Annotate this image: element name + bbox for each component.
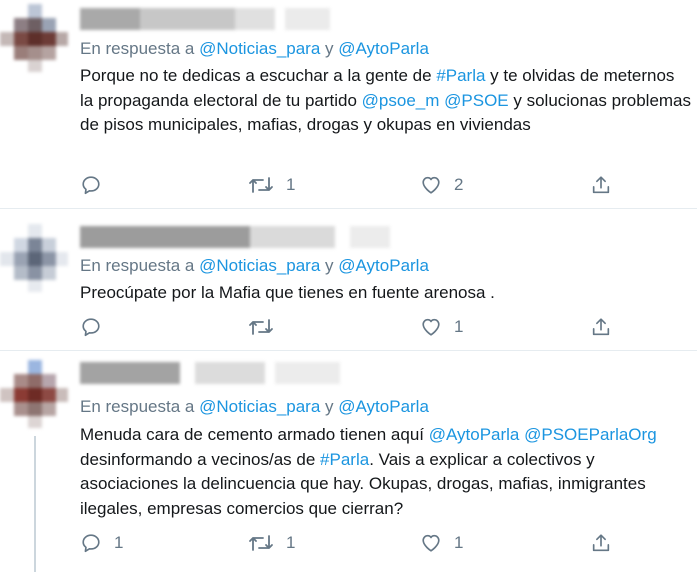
tweet-entity-link[interactable]: @PSOEParlaOrg (524, 425, 657, 444)
user-name-redacted[interactable] (80, 226, 390, 248)
reply-mention-link[interactable]: @AytoParla (338, 256, 429, 275)
reply-prefix: En respuesta a (80, 397, 195, 416)
tweet-text: Menuda cara de cemento armado tienen aqu… (80, 423, 692, 521)
tweet-2[interactable]: En respuesta a @Noticias_para y @AytoPar… (0, 208, 697, 350)
tweet-entity-link[interactable]: #Parla (436, 66, 485, 85)
reply-prefix: En respuesta a (80, 256, 195, 275)
like-count: 1 (454, 533, 464, 552)
user-name-redacted[interactable] (80, 362, 340, 384)
tweet-actions: 1 1 1 (80, 532, 620, 556)
heart-icon (422, 176, 440, 194)
retweet-count: 1 (286, 533, 296, 552)
like-button[interactable]: 1 (420, 532, 463, 554)
tweet-text: Preocúpate por la Mafia que tienes en fu… (80, 281, 692, 306)
share-icon (592, 318, 610, 336)
tweet-entity-link[interactable]: #Parla (320, 450, 369, 469)
share-icon (592, 176, 610, 194)
tweet-actions: 1 2 (80, 174, 620, 198)
retweet-button[interactable] (248, 316, 286, 338)
tweet-text: Porque no te dedicas a escuchar a la gen… (80, 64, 692, 138)
reply-mention-link[interactable]: @AytoParla (338, 397, 429, 416)
reply-mention-link[interactable]: @Noticias_para (199, 39, 320, 58)
retweet-icon (249, 535, 273, 551)
user-name-redacted[interactable] (80, 8, 330, 30)
tweet-text-segment: Preocúpate por la Mafia que tienes en fu… (80, 283, 495, 302)
like-button[interactable]: 2 (420, 174, 463, 196)
reply-and: y (325, 397, 334, 416)
reply-and: y (325, 39, 334, 58)
reply-icon (82, 534, 100, 553)
like-button[interactable]: 1 (420, 316, 463, 338)
retweet-icon (249, 177, 273, 193)
tweet-text-segment: Porque no te dedicas a escuchar a la gen… (80, 66, 437, 85)
retweet-button[interactable]: 1 (248, 174, 295, 196)
heart-icon (422, 318, 440, 336)
reply-and: y (325, 256, 334, 275)
reply-mention-link[interactable]: @Noticias_para (199, 256, 320, 275)
tweet-text-segment: Menuda cara de cemento armado tienen aqu… (80, 425, 429, 444)
reply-icon (82, 176, 100, 195)
reply-prefix: En respuesta a (80, 39, 195, 58)
share-button[interactable] (590, 532, 612, 554)
heart-icon (422, 534, 440, 552)
tweet-entity-link[interactable]: @PSOE (444, 91, 509, 110)
like-count: 2 (454, 175, 464, 194)
retweet-button[interactable]: 1 (248, 532, 295, 554)
thread-line (34, 436, 36, 572)
reply-button[interactable] (80, 174, 114, 196)
tweet-3[interactable]: En respuesta a @Noticias_para y @AytoPar… (0, 350, 697, 575)
like-count: 1 (454, 317, 464, 336)
tweet-actions: 1 (80, 316, 620, 340)
share-button[interactable] (590, 174, 612, 196)
avatar[interactable] (0, 360, 68, 428)
retweet-count: 1 (286, 175, 296, 194)
tweet-entity-link[interactable]: @AytoParla (429, 425, 520, 444)
reply-context: En respuesta a @Noticias_para y @AytoPar… (80, 256, 429, 276)
share-icon (592, 534, 610, 552)
reply-context: En respuesta a @Noticias_para y @AytoPar… (80, 39, 429, 59)
tweet-entity-link[interactable]: @psoe_m (362, 91, 440, 110)
reply-count: 1 (114, 533, 124, 552)
reply-mention-link[interactable]: @AytoParla (338, 39, 429, 58)
tweet-text-segment: desinformando a vecinos/as de (80, 449, 321, 469)
reply-button[interactable] (80, 316, 114, 338)
share-button[interactable] (590, 316, 612, 338)
avatar[interactable] (0, 224, 68, 292)
reply-icon (82, 318, 100, 337)
avatar[interactable] (0, 4, 68, 72)
retweet-icon (249, 319, 273, 335)
reply-context: En respuesta a @Noticias_para y @AytoPar… (80, 397, 429, 417)
reply-button[interactable]: 1 (80, 532, 123, 554)
tweet-1[interactable]: En respuesta a @Noticias_para y @AytoPar… (0, 0, 697, 208)
reply-mention-link[interactable]: @Noticias_para (199, 397, 320, 416)
